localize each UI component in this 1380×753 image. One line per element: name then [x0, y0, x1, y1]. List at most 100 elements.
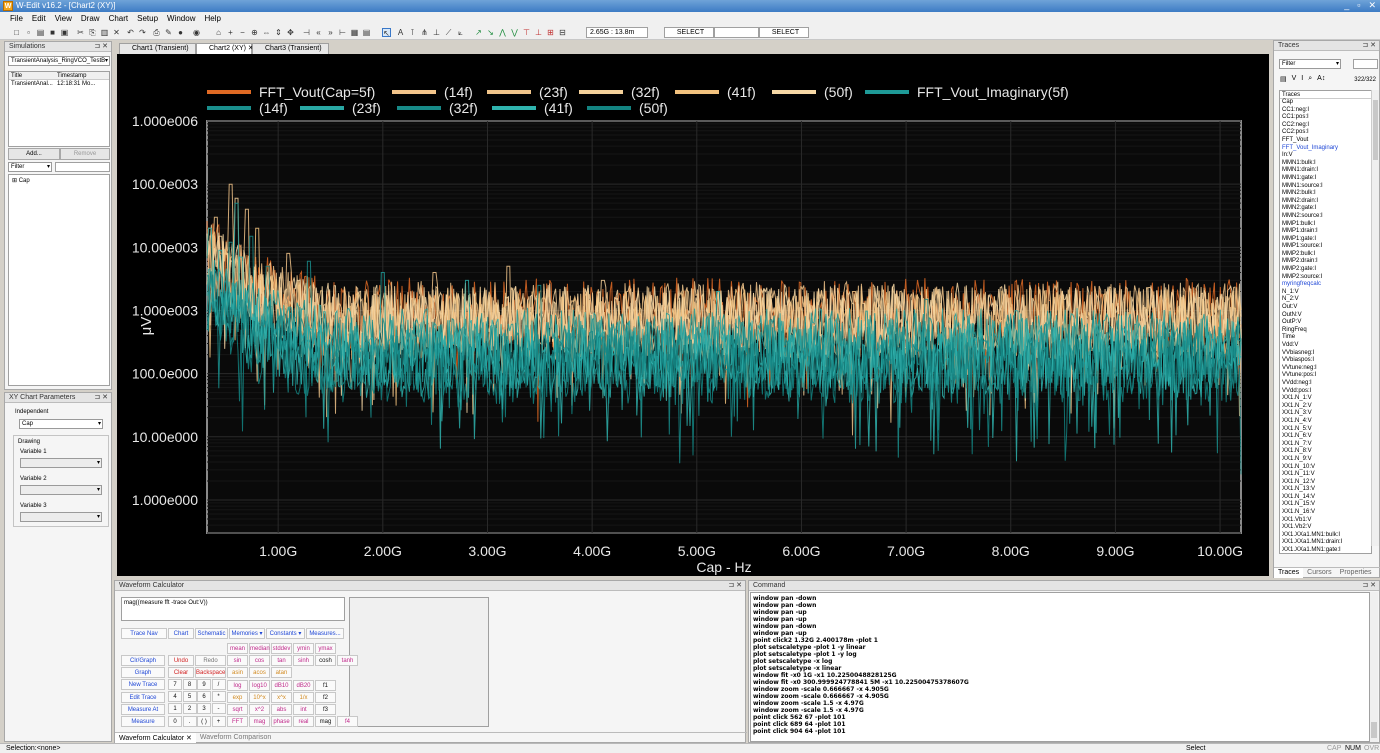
function-button[interactable]: f3: [315, 704, 336, 715]
minimize-icon[interactable]: _: [1344, 0, 1349, 11]
zoom-fit-icon[interactable]: ◉: [192, 28, 201, 37]
function-button[interactable]: abs: [271, 704, 292, 715]
peak-icon[interactable]: ⋀: [498, 28, 507, 37]
select-field-spacer[interactable]: [714, 27, 759, 38]
function-button[interactable]: x^2: [249, 704, 270, 715]
calc-icon[interactable]: ⊟: [558, 28, 567, 37]
trace-list-item[interactable]: XX1.N_10:V: [1280, 464, 1371, 472]
function-button[interactable]: sqrt: [227, 704, 248, 715]
trace-list-item[interactable]: In:V: [1280, 152, 1371, 160]
function-button[interactable]: acos: [249, 667, 270, 679]
keypad-button[interactable]: 2: [182, 703, 197, 715]
function-button[interactable]: f4: [337, 716, 358, 728]
tab-chart2[interactable]: Chart2 (XY) ✕: [196, 43, 254, 54]
menu-view[interactable]: View: [55, 14, 72, 23]
function-button[interactable]: x^x: [271, 691, 292, 703]
keypad-button[interactable]: 4: [168, 691, 182, 703]
keypad-button[interactable]: *: [211, 691, 226, 703]
zoom-x-icon[interactable]: ⇔: [262, 28, 271, 37]
trace-list-item[interactable]: MMP2:gate:I: [1280, 266, 1371, 274]
legend-label[interactable]: (32f): [631, 84, 660, 100]
trace-list-item[interactable]: MMP1:gate:I: [1280, 236, 1371, 244]
traces-filter-input[interactable]: [1353, 59, 1378, 69]
panel-pin-close-icon[interactable]: ⊐ ✕: [94, 393, 108, 403]
filter-select[interactable]: Filter ▾: [8, 162, 52, 172]
trace-list-item[interactable]: XX1.N_13:V: [1280, 486, 1371, 494]
trace-list-item[interactable]: RingFreq: [1280, 327, 1371, 335]
trace-list-item[interactable]: VVtune:neg:I: [1280, 365, 1371, 373]
calc-top-button[interactable]: Trace Nav: [121, 628, 167, 639]
paste-icon[interactable]: ▥: [100, 28, 109, 37]
trace-list-item[interactable]: XX1.XXa1.MN1:bulk:I: [1280, 532, 1371, 540]
xy-icon[interactable]: ⊞: [546, 28, 555, 37]
trace-list-item[interactable]: Vdd:V: [1280, 342, 1371, 350]
keypad-button[interactable]: 7: [168, 679, 182, 690]
trace-list-item[interactable]: MMN1:source:I: [1280, 183, 1371, 191]
function-button[interactable]: log10: [249, 679, 270, 691]
trace-list-item[interactable]: CC2:pos:I: [1280, 129, 1371, 137]
clear-button[interactable]: Clear: [168, 667, 194, 678]
trace-list-item[interactable]: VVdd:neg:I: [1280, 380, 1371, 388]
zoom-box-icon[interactable]: ⊕: [250, 28, 259, 37]
keypad-button[interactable]: +: [211, 715, 226, 727]
calc-action-button[interactable]: Graph: [121, 667, 165, 679]
v-icon[interactable]: V: [1292, 75, 1297, 83]
trace-list-item[interactable]: MMP2:source:I: [1280, 274, 1371, 282]
panel-pin-close-icon[interactable]: ⊐ ✕: [728, 581, 742, 591]
rewind-icon[interactable]: «: [314, 28, 323, 37]
function-button[interactable]: mag: [249, 716, 270, 728]
trace-list-scrollbar[interactable]: [1371, 90, 1379, 546]
zoom-out-icon[interactable]: −: [238, 28, 247, 37]
menu-help[interactable]: Help: [204, 14, 220, 23]
calc-action-button[interactable]: Edit Trace: [121, 691, 165, 703]
tab-cursors[interactable]: Cursors: [1303, 568, 1336, 578]
trace-list-item[interactable]: Time: [1280, 334, 1371, 342]
trace-list-item[interactable]: FFT_Vout: [1280, 137, 1371, 145]
function-button[interactable]: tanh: [337, 655, 358, 667]
print-icon[interactable]: ⎙: [152, 28, 161, 37]
trace-list-item[interactable]: XX1.N_14:V: [1280, 494, 1371, 502]
trace-list-item[interactable]: OutP:V: [1280, 319, 1371, 327]
command-log[interactable]: window pan -down window pan -down window p…: [750, 592, 1370, 742]
calc-top-button[interactable]: Measures...: [306, 628, 344, 639]
function-button[interactable]: tan: [271, 655, 292, 667]
new-doc-icon[interactable]: ▫: [24, 28, 33, 37]
filter-input[interactable]: [55, 162, 110, 172]
calc-action-button[interactable]: Measure At: [121, 703, 165, 715]
function-button[interactable]: mag: [315, 716, 336, 728]
trace-list-item[interactable]: N_1:V: [1280, 289, 1371, 297]
run-icon[interactable]: ●: [176, 28, 185, 37]
menu-window[interactable]: Window: [167, 14, 195, 23]
rise-icon[interactable]: ↗: [474, 28, 483, 37]
fall-icon[interactable]: ↘: [486, 28, 495, 37]
function-button[interactable]: cosh: [315, 655, 336, 667]
trace-list-item[interactable]: VVbiasneg:I: [1280, 350, 1371, 358]
marker-icon[interactable]: ⋔: [420, 28, 429, 37]
panel-pin-close-icon[interactable]: ⊐ ✕: [1362, 41, 1376, 51]
maximize-icon[interactable]: ▫: [1357, 0, 1360, 11]
trace-list-item[interactable]: XX1.N_16:V: [1280, 509, 1371, 517]
calc-action-button[interactable]: Clr/Graph: [121, 655, 165, 666]
legend-label[interactable]: FFT_Vout_Imaginary(5f): [917, 84, 1069, 100]
command-scrollbar[interactable]: [1370, 592, 1378, 742]
scrollbar-thumb[interactable]: [1373, 100, 1378, 160]
legend-label[interactable]: (14f): [444, 84, 473, 100]
panel-pin-close-icon[interactable]: ⊐ ✕: [1362, 581, 1376, 591]
trace-list-item[interactable]: MMN1:bulk:I: [1280, 160, 1371, 168]
keypad-button[interactable]: 3: [197, 703, 211, 715]
valley-icon[interactable]: ⋁: [510, 28, 519, 37]
save-icon[interactable]: ■: [48, 28, 57, 37]
calc-action-button[interactable]: New Trace: [121, 679, 165, 691]
variable-1-select[interactable]: ▾: [20, 458, 102, 468]
function-button[interactable]: phase: [271, 716, 292, 728]
trace-list-item[interactable]: XX1.XXa1.MN1:drain:I: [1280, 539, 1371, 547]
expression-input[interactable]: mag((measure fft -trace Out:V)): [121, 597, 345, 621]
tab-chart1[interactable]: Chart1 (Transient): [119, 43, 196, 54]
trace-list-item[interactable]: Cap: [1280, 99, 1371, 107]
trace-list-item[interactable]: CC2:neg:I: [1280, 122, 1371, 130]
function-button[interactable]: sinh: [293, 655, 314, 667]
text-icon[interactable]: A: [396, 28, 405, 37]
next-icon[interactable]: ⊢: [338, 28, 347, 37]
tab-properties[interactable]: Properties: [1336, 568, 1376, 578]
table-icon[interactable]: ▤: [362, 28, 371, 37]
